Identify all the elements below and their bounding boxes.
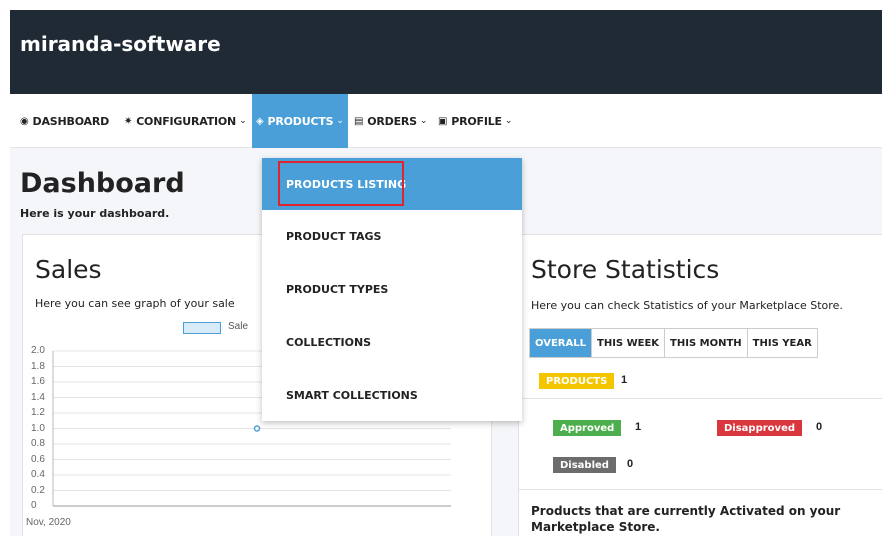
stats-title: Store Statistics — [531, 255, 720, 284]
disapproved-badge: Disapproved — [717, 420, 803, 436]
chevron-down-icon: ⌄ — [419, 116, 428, 126]
approved-badge: Approved — [553, 420, 622, 436]
data-point[interactable] — [253, 425, 261, 432]
menu-item-products-listing[interactable]: PRODUCTS LISTING — [262, 158, 522, 210]
page-subtitle: Here is your dashboard. — [20, 207, 170, 220]
main-navbar: ◉ DASHBOARD ✷ CONFIGURATION ⌄ ◈ PRODUCTS… — [10, 94, 882, 148]
tab-this-week[interactable]: THIS WEEK — [592, 329, 666, 357]
menu-item-product-types[interactable]: PRODUCT TYPES — [262, 263, 522, 315]
x-tick-label: Nov, 2020 — [26, 517, 71, 528]
disapproved-count: 0 — [816, 421, 823, 433]
menu-item-collections[interactable]: COLLECTIONS — [262, 316, 522, 368]
nav-orders[interactable]: ▤ ORDERS ⌄ — [354, 94, 427, 148]
id-card-icon: ▣ — [438, 115, 448, 127]
products-count: 1 — [621, 374, 628, 386]
cog-icon: ✷ — [124, 115, 133, 127]
store-statistics-card: Store Statistics Here you can check Stat… — [518, 234, 882, 536]
chevron-down-icon: ⌄ — [504, 116, 513, 126]
tab-this-year[interactable]: THIS YEAR — [747, 329, 817, 357]
nav-profile-label: PROFILE — [451, 114, 502, 128]
list-icon: ▤ — [354, 115, 364, 127]
activated-products-text: Products that are currently Activated on… — [531, 504, 841, 534]
nav-dashboard-label: DASHBOARD — [32, 114, 110, 128]
nav-configuration-label: CONFIGURATION — [136, 114, 237, 128]
disabled-count: 0 — [627, 458, 634, 470]
nav-dashboard[interactable]: ◉ DASHBOARD — [20, 94, 109, 148]
highlight-box — [278, 161, 404, 206]
tab-overall[interactable]: OVERALL — [530, 329, 592, 357]
divider — [519, 398, 882, 399]
top-header: miranda-software — [10, 10, 882, 94]
nav-orders-label: ORDERS — [367, 114, 417, 128]
nav-products-label: PRODUCTS — [267, 114, 334, 128]
stats-period-tabs: OVERALL THIS WEEK THIS MONTH THIS YEAR — [529, 328, 818, 358]
page-title: Dashboard — [20, 168, 185, 199]
chevron-down-icon: ⌄ — [239, 116, 247, 126]
window-margin — [0, 0, 10, 536]
menu-item-product-tags[interactable]: PRODUCT TAGS — [262, 210, 522, 262]
divider — [519, 489, 882, 490]
approved-count: 1 — [635, 421, 642, 433]
nav-configuration[interactable]: ✷ CONFIGURATION ⌄ — [124, 94, 247, 148]
products-badge: PRODUCTS — [539, 373, 615, 389]
products-dropdown-menu: PRODUCTS LISTING PRODUCT TAGS PRODUCT TY… — [262, 158, 522, 421]
tag-icon: ◈ — [256, 115, 264, 127]
brand-name[interactable]: miranda-software — [20, 32, 221, 56]
stats-description: Here you can check Statistics of your Ma… — [531, 299, 843, 312]
tab-this-month[interactable]: THIS MONTH — [665, 329, 748, 357]
chevron-down-icon: ⌄ — [336, 116, 344, 126]
menu-item-smart-collections[interactable]: SMART COLLECTIONS — [262, 369, 522, 421]
disabled-badge: Disabled — [553, 457, 616, 473]
app-page: miranda-software ◉ DASHBOARD ✷ CONFIGURA… — [10, 10, 882, 536]
nav-profile[interactable]: ▣ PROFILE ⌄ — [438, 94, 512, 148]
nav-products[interactable]: ◈ PRODUCTS ⌄ — [252, 94, 348, 148]
tachometer-icon: ◉ — [20, 115, 29, 127]
